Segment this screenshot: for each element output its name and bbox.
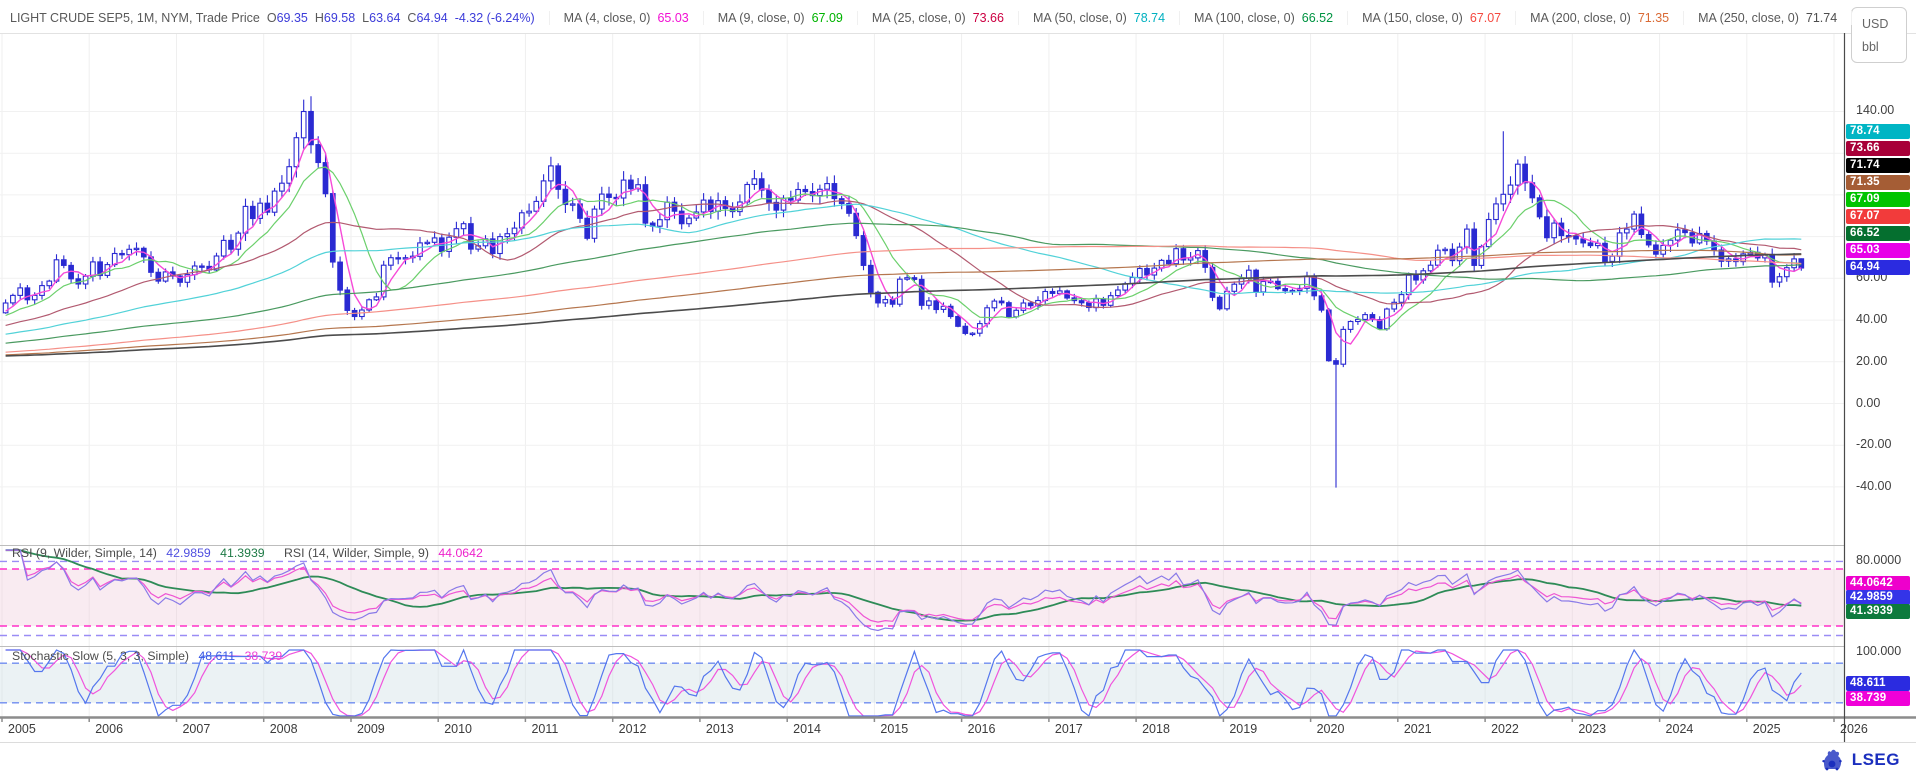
year-label: 2026 [1840, 722, 1868, 736]
stoch-axis-label: 100.000 [1856, 644, 1901, 658]
ma-label: MA (25, close, 0) [872, 11, 966, 25]
rsi-badge: 44.0642 [1846, 576, 1910, 591]
ma-label: MA (150, close, 0) [1362, 11, 1463, 25]
instrument-title: LIGHT CRUDE SEP5, 1M, NYM, Trade Price [10, 11, 260, 25]
year-label: 2013 [706, 722, 734, 736]
price-tick-label: -40.00 [1856, 479, 1891, 493]
ma-legend-100[interactable]: MA (100, close, 0) 66.52 [1180, 11, 1348, 25]
rsi2-label: RSI (14, Wilder, Simple, 9) [284, 546, 429, 560]
year-label: 2010 [444, 722, 472, 736]
ma-legend-200[interactable]: MA (200, close, 0) 71.35 [1516, 11, 1684, 25]
ma-value: 67.07 [1470, 11, 1501, 25]
price-badge: 64.94 [1846, 260, 1910, 275]
year-label: 2016 [968, 722, 996, 736]
ma-legend-150[interactable]: MA (150, close, 0) 67.07 [1348, 11, 1516, 25]
year-label: 2021 [1404, 722, 1432, 736]
stoch-badge: 38.739 [1846, 691, 1910, 706]
ohlc-c: C64.94 [407, 11, 447, 25]
rsi-legend[interactable]: RSI (9, Wilder, Simple, 14) 42.9859 41.3… [12, 546, 489, 560]
rsi1-value: 42.9859 [166, 546, 210, 560]
ma-label: MA (9, close, 0) [718, 11, 805, 25]
price-badge: 73.66 [1846, 141, 1910, 156]
price-badge: 66.52 [1846, 226, 1910, 241]
price-badge: 71.35 [1846, 175, 1910, 190]
price-unit-measure: bbl [1862, 40, 1906, 54]
year-label: 2019 [1229, 722, 1257, 736]
year-label: 2011 [531, 722, 558, 736]
ma-legend-250[interactable]: MA (250, close, 0) 71.74 [1684, 11, 1852, 25]
rsi2-value: 44.0642 [438, 546, 482, 560]
year-label: 2017 [1055, 722, 1083, 736]
year-label: 2022 [1491, 722, 1519, 736]
chart-application-window: LIGHT CRUDE SEP5, 1M, NYM, Trade Price O6… [0, 0, 1916, 775]
stoch-label: Stochastic Slow (5, 3, 3, Simple) [12, 649, 189, 663]
price-tick-label: 0.00 [1856, 396, 1880, 410]
price-badge: 67.09 [1846, 192, 1910, 207]
lseg-crest-icon [1819, 749, 1845, 771]
ohlc-h: H69.58 [315, 11, 355, 25]
time-axis[interactable]: 2005 2006 2007 2008 2009 2010 2011 2012 2013 2014… [0, 720, 1844, 740]
year-label: 2009 [357, 722, 385, 736]
ma-label: MA (100, close, 0) [1194, 11, 1295, 25]
ma-legend-9[interactable]: MA (9, close, 0) 67.09 [704, 11, 858, 25]
year-label: 2007 [182, 722, 210, 736]
price-badge: 65.03 [1846, 243, 1910, 258]
ma-label: MA (250, close, 0) [1698, 11, 1799, 25]
ma-value: 71.74 [1806, 11, 1837, 25]
price-badge: 71.74 [1846, 158, 1910, 173]
price-tick-label: -20.00 [1856, 437, 1891, 451]
stoch-d-value: 38.739 [245, 649, 283, 663]
year-label: 2015 [880, 722, 908, 736]
stoch-badge: 48.611 [1846, 676, 1910, 691]
ma-label: MA (200, close, 0) [1530, 11, 1631, 25]
price-unit-box: USD bbl [1851, 7, 1907, 63]
price-badge: 67.07 [1846, 209, 1910, 224]
price-badge: 78.74 [1846, 124, 1910, 139]
instrument-legend[interactable]: LIGHT CRUDE SEP5, 1M, NYM, Trade Price O6… [10, 11, 550, 25]
lseg-brand-text: LSEG [1852, 750, 1900, 770]
year-label: 2018 [1142, 722, 1170, 736]
rsi-badge: 41.3939 [1846, 604, 1910, 619]
year-label: 2025 [1753, 722, 1781, 736]
year-label: 2008 [270, 722, 298, 736]
ma-value: 67.09 [812, 11, 843, 25]
year-label: 2005 [8, 722, 36, 736]
ma-value: 65.03 [657, 11, 688, 25]
ohlc-o: O69.35 [267, 11, 308, 25]
year-label: 2012 [619, 722, 647, 736]
ma-label: MA (50, close, 0) [1033, 11, 1127, 25]
ma-value: 71.35 [1638, 11, 1669, 25]
price-tick-label: 140.00 [1856, 103, 1894, 117]
net-change: -4.32 (-6.24%) [455, 11, 535, 25]
ma-value: 66.52 [1302, 11, 1333, 25]
price-unit-currency: USD [1862, 17, 1906, 31]
price-tick-label: 40.00 [1856, 312, 1887, 326]
year-label: 2014 [793, 722, 821, 736]
ma-label: MA (4, close, 0) [564, 11, 651, 25]
year-label: 2024 [1666, 722, 1694, 736]
ma-legend-50[interactable]: MA (50, close, 0) 78.74 [1019, 11, 1180, 25]
ma-legend-25[interactable]: MA (25, close, 0) 73.66 [858, 11, 1019, 25]
year-label: 2006 [95, 722, 123, 736]
year-label: 2020 [1317, 722, 1345, 736]
rsi-axis-label: 80.0000 [1856, 553, 1901, 567]
rsi1-label: RSI (9, Wilder, Simple, 14) [12, 546, 157, 560]
ohlc-l: L63.64 [362, 11, 400, 25]
year-label: 2023 [1578, 722, 1606, 736]
stoch-k-value: 48.611 [198, 649, 235, 663]
ma-value: 78.74 [1134, 11, 1165, 25]
rsi-badge: 42.9859 [1846, 590, 1910, 605]
lseg-brand: LSEG [1819, 749, 1900, 771]
stochastic-legend[interactable]: Stochastic Slow (5, 3, 3, Simple) 48.611… [12, 649, 288, 663]
price-tick-label: 20.00 [1856, 354, 1887, 368]
ma-value: 73.66 [973, 11, 1004, 25]
ma-legend-4[interactable]: MA (4, close, 0) 65.03 [550, 11, 704, 25]
chart-header-legend: LIGHT CRUDE SEP5, 1M, NYM, Trade Price O6… [10, 7, 1852, 29]
rsi1-signal-value: 41.3939 [220, 546, 264, 560]
